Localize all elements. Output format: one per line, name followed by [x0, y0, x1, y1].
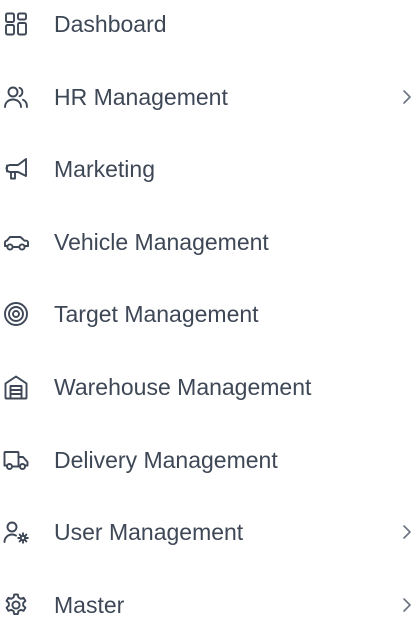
sidebar-item-delivery-management[interactable]: Delivery Management: [0, 436, 417, 484]
sidebar-item-label: Warehouse Management: [54, 374, 312, 400]
sidebar-item-master[interactable]: Master: [0, 581, 417, 629]
car-icon: [2, 228, 30, 256]
sidebar-item-label: Vehicle Management: [54, 229, 269, 255]
sidebar-item-marketing[interactable]: Marketing: [0, 145, 417, 193]
chevron-right-icon[interactable]: [399, 522, 415, 542]
sidebar-item-target-management[interactable]: Target Management: [0, 290, 417, 338]
warehouse-icon: [2, 373, 30, 401]
sidebar-item-label: HR Management: [54, 84, 228, 110]
gear-icon: [2, 591, 30, 619]
sidebar-item-label: User Management: [54, 519, 244, 545]
sidebar-menu: Dashboard HR Management Marketing Vehicl…: [0, 0, 417, 621]
sidebar-item-user-management[interactable]: User Management: [0, 508, 417, 556]
users-icon: [2, 83, 30, 111]
megaphone-icon: [2, 155, 30, 183]
sidebar-item-warehouse-management[interactable]: Warehouse Management: [0, 363, 417, 411]
sidebar-item-label: Dashboard: [54, 11, 167, 37]
target-icon: [2, 300, 30, 328]
sidebar-item-vehicle-management[interactable]: Vehicle Management: [0, 218, 417, 266]
sidebar-item-label: Target Management: [54, 301, 259, 327]
sidebar-item-dashboard[interactable]: Dashboard: [0, 0, 417, 48]
dashboard-icon: [2, 10, 30, 38]
sidebar-item-label: Delivery Management: [54, 447, 278, 473]
sidebar-item-hr-management[interactable]: HR Management: [0, 73, 417, 121]
sidebar-item-label: Master: [54, 592, 125, 618]
user-cog-icon: [2, 518, 30, 546]
chevron-right-icon[interactable]: [399, 595, 415, 615]
chevron-right-icon[interactable]: [399, 87, 415, 107]
sidebar-item-label: Marketing: [54, 156, 155, 182]
truck-icon: [2, 446, 30, 474]
